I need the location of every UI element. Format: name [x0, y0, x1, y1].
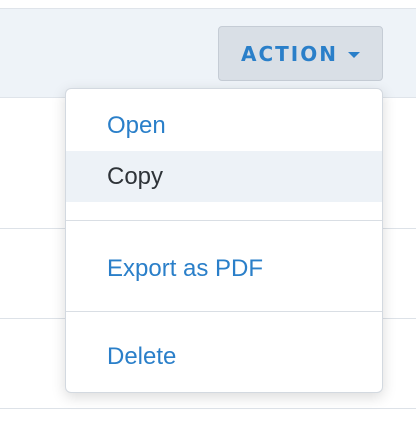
menu-item-open[interactable]: Open	[66, 100, 382, 151]
action-dropdown-menu: Open Copy Export as PDF Delete	[65, 88, 383, 393]
menu-item-label: Open	[107, 111, 166, 139]
menu-item-label: Export as PDF	[107, 254, 264, 282]
menu-item-copy[interactable]: Copy	[66, 151, 382, 202]
menu-item-delete[interactable]: Delete	[66, 331, 382, 382]
menu-item-label: Delete	[107, 342, 177, 370]
menu-item-export-pdf[interactable]: Export as PDF	[66, 243, 382, 294]
menu-divider	[66, 311, 382, 312]
action-button-label: ACTION	[241, 41, 338, 66]
table-row-divider	[0, 408, 416, 409]
caret-down-icon	[347, 51, 360, 58]
menu-item-label: Copy	[107, 162, 164, 190]
menu-divider	[66, 220, 382, 221]
action-dropdown-button[interactable]: ACTION	[218, 26, 383, 81]
